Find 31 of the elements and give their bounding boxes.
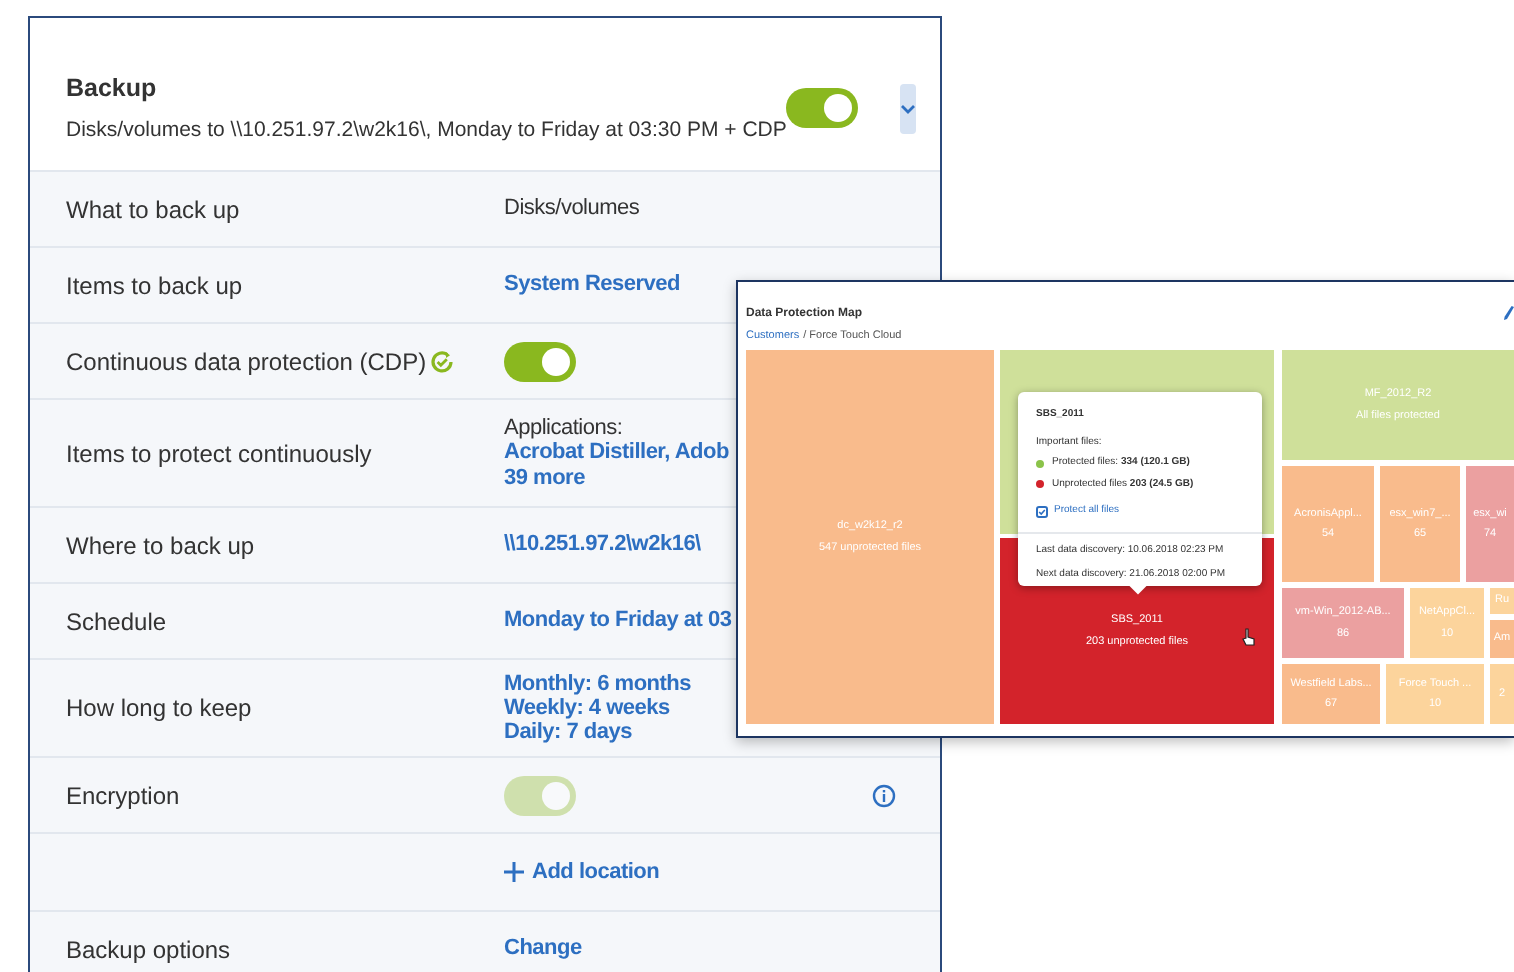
value-link[interactable]: System Reserved xyxy=(504,268,680,302)
checkbox-icon xyxy=(1036,505,1048,518)
field-label: Backup options xyxy=(66,933,231,967)
retention-value: Daily: 7 days xyxy=(504,720,635,745)
toggle-switch[interactable] xyxy=(504,341,576,381)
field-label: How long to keep xyxy=(66,692,252,726)
field-label: Continuous data protection (CDP) xyxy=(66,345,427,379)
expand-button[interactable] xyxy=(900,83,917,133)
add-location-link[interactable]: Add location xyxy=(504,855,660,889)
plan-summary: Disks/volumes to \\10.251.97.2\w2k16\, Monday to Friday at 03:30 PM + CDP xyxy=(66,115,787,145)
value-link[interactable]: 39 more xyxy=(504,465,729,491)
field-value: Disks/volumes xyxy=(504,194,640,225)
value-link[interactable]: Change xyxy=(504,932,582,966)
value-link[interactable]: \\10.251.97.2\w2k16\ xyxy=(504,528,701,562)
field-label: Schedule xyxy=(66,605,167,639)
hand-cursor-icon xyxy=(1242,628,1256,646)
toggle-switch[interactable] xyxy=(786,88,859,128)
field-label: Items to back up xyxy=(66,269,243,303)
field-label: What to back up xyxy=(66,193,240,227)
chevron-icon xyxy=(900,103,917,113)
plan-title: Backup xyxy=(66,71,159,106)
value-link[interactable]: Monday to Friday at 03 xyxy=(504,604,732,638)
retention-value: Weekly: 4 weeks xyxy=(504,695,672,721)
field-label: Encryption xyxy=(66,779,180,813)
field-label: Where to back up xyxy=(66,529,255,563)
value-link[interactable]: Acrobat Distiller, Adob xyxy=(504,440,729,466)
retention-value: Monthly: 6 months xyxy=(504,671,692,696)
field-caption: Applications: xyxy=(504,415,625,441)
field-label: Items to protect continuously xyxy=(66,437,372,471)
pencil-icon[interactable] xyxy=(1504,306,1514,320)
plus-icon xyxy=(504,862,524,882)
